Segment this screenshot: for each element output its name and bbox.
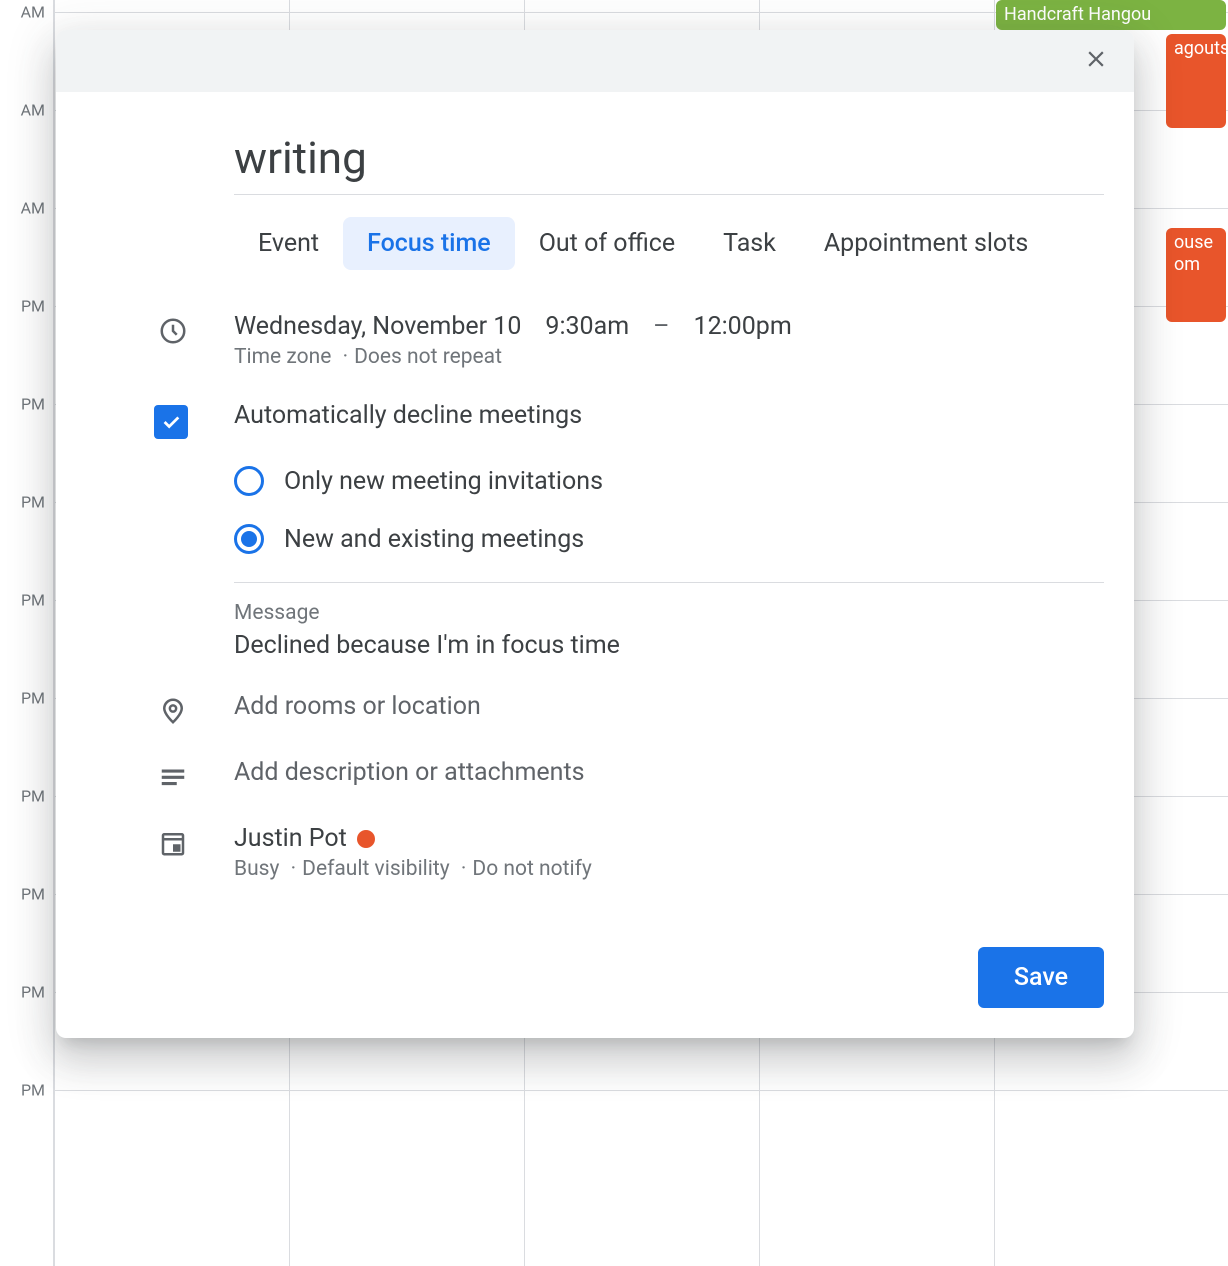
event-type-tabs: Event Focus time Out of office Task Appo… — [86, 217, 1104, 270]
message-value[interactable]: Declined because I'm in focus time — [234, 631, 1104, 660]
radio-label: Only new meeting invitations — [284, 467, 603, 496]
time-label: PM — [21, 983, 45, 1002]
time-dash: – — [653, 312, 669, 341]
calendar-icon — [86, 824, 234, 858]
location-icon — [86, 692, 234, 726]
radio-new-and-existing[interactable]: New and existing meetings — [234, 510, 1104, 568]
tab-event[interactable]: Event — [234, 217, 343, 270]
divider — [234, 582, 1104, 583]
close-icon — [1083, 46, 1109, 76]
event-label: agouts — [1174, 38, 1226, 59]
time-label: PM — [21, 395, 45, 414]
event-title-input[interactable] — [234, 132, 1104, 195]
auto-decline-label: Automatically decline meetings — [234, 401, 1104, 430]
calendar-owner-name: Justin Pot — [234, 824, 347, 853]
event-label: om — [1174, 254, 1200, 275]
tab-appointment-slots[interactable]: Appointment slots — [800, 217, 1052, 270]
event-end-time: 12:00pm — [694, 312, 792, 341]
time-label: PM — [21, 787, 45, 806]
calendar-section[interactable]: Justin Pot Busy Default visibility Do no… — [234, 824, 1104, 881]
save-button[interactable]: Save — [978, 947, 1104, 1008]
location-field[interactable]: Add rooms or location — [234, 692, 1104, 721]
location-placeholder: Add rooms or location — [234, 692, 481, 721]
time-section[interactable]: Wednesday, November 10 9:30am – 12:00pm … — [234, 312, 1104, 369]
repeat-label: Does not repeat — [337, 345, 502, 369]
tab-task[interactable]: Task — [699, 217, 800, 270]
time-label: AM — [21, 101, 45, 120]
tab-out-of-office[interactable]: Out of office — [515, 217, 699, 270]
time-label: AM — [21, 3, 45, 22]
radio-label: New and existing meetings — [284, 525, 584, 554]
event-create-modal: Event Focus time Out of office Task Appo… — [56, 30, 1134, 1038]
close-button[interactable] — [1076, 41, 1116, 81]
modal-header — [56, 30, 1134, 92]
calendar-event[interactable]: agouts — [1166, 34, 1226, 128]
calendar-event[interactable]: Handcraft Hangou — [996, 0, 1226, 30]
event-label: ouse — [1174, 232, 1213, 253]
radio-selected-icon — [234, 524, 264, 554]
checkbox-container[interactable] — [86, 401, 234, 439]
modal-footer: Save — [56, 927, 1134, 1038]
event-label: Handcraft Hangou — [1004, 4, 1151, 25]
radio-only-new[interactable]: Only new meeting invitations — [234, 452, 1104, 510]
notify-label: Do not notify — [455, 857, 592, 881]
description-placeholder: Add description or attachments — [234, 758, 585, 787]
time-label: PM — [21, 1081, 45, 1100]
description-field[interactable]: Add description or attachments — [234, 758, 1104, 787]
time-label: PM — [21, 885, 45, 904]
time-label: PM — [21, 297, 45, 316]
time-label: PM — [21, 689, 45, 708]
busy-status: Busy — [234, 857, 279, 881]
radio-icon — [234, 466, 264, 496]
description-icon — [86, 758, 234, 792]
visibility-label: Default visibility — [285, 857, 450, 881]
tab-focus-time[interactable]: Focus time — [343, 217, 515, 270]
clock-icon — [86, 312, 234, 346]
time-label: PM — [21, 493, 45, 512]
message-label: Message — [234, 601, 1104, 625]
time-label: AM — [21, 199, 45, 218]
event-start-time: 9:30am — [545, 312, 629, 341]
timezone-label: Time zone — [234, 345, 331, 369]
event-date: Wednesday, November 10 — [234, 312, 521, 341]
calendar-event[interactable]: ouse om — [1166, 228, 1226, 322]
time-column: AM AM AM PM PM PM PM PM PM PM PM PM — [0, 0, 54, 1266]
calendar-color-dot — [357, 830, 375, 848]
checkbox-checked-icon — [154, 405, 188, 439]
time-label: PM — [21, 591, 45, 610]
